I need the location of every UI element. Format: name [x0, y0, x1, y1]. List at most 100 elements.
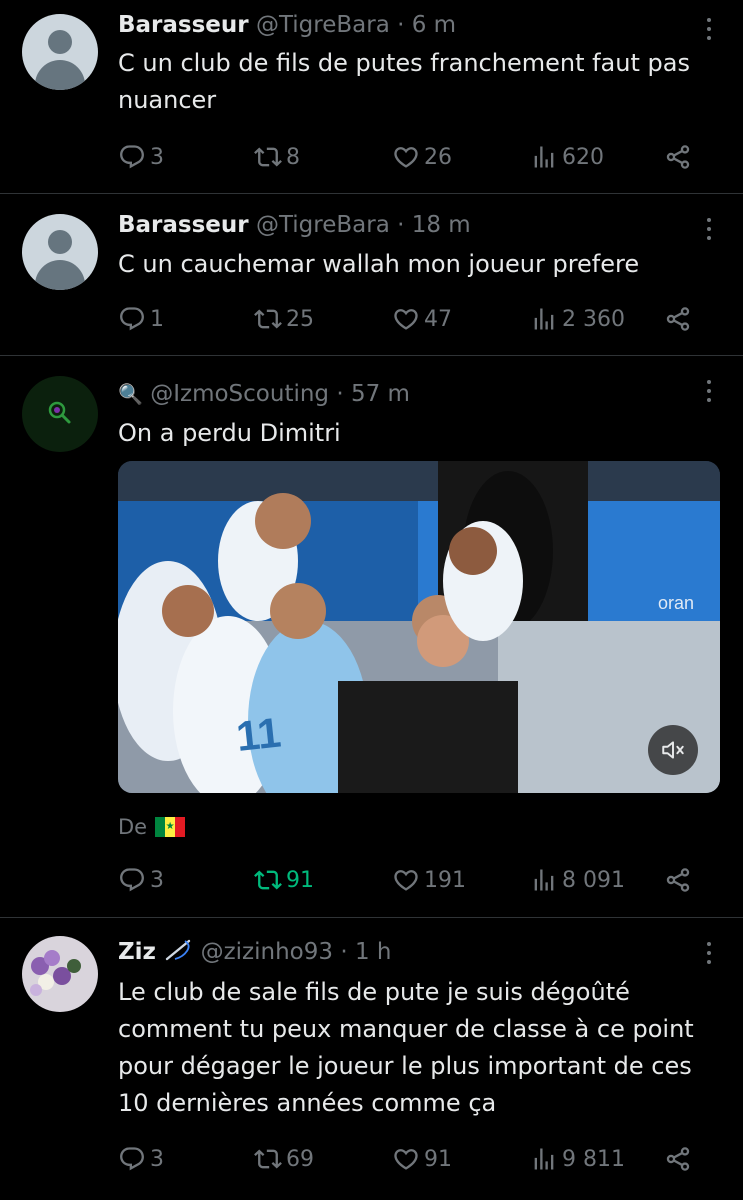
view-count: 8 091: [562, 867, 625, 893]
retweet-count: 91: [286, 867, 314, 893]
display-name[interactable]: Barasseur: [118, 212, 249, 238]
heart-icon: [392, 143, 420, 171]
retweet-icon: [254, 1145, 282, 1173]
retweet-count: 69: [286, 1146, 314, 1172]
needle-icon: [166, 939, 191, 961]
retweet-count: 8: [286, 144, 300, 170]
reply-count: 3: [150, 867, 164, 893]
more-options-icon[interactable]: [697, 218, 721, 244]
retweet-icon: [254, 143, 282, 171]
bar-chart-icon: [530, 866, 558, 894]
share-icon: [664, 866, 692, 894]
timestamp[interactable]: 57 m: [351, 381, 410, 407]
like-button[interactable]: 26: [392, 140, 452, 174]
tweet-header: Barasseur @TigreBara · 18 m: [118, 209, 471, 241]
reply-count: 3: [150, 144, 164, 170]
separator-dot: ·: [397, 12, 405, 38]
reply-count: 1: [150, 306, 164, 332]
like-button[interactable]: 191: [392, 863, 466, 897]
retweet-count: 25: [286, 306, 314, 332]
avatar[interactable]: [22, 376, 98, 452]
reply-icon: [118, 866, 146, 894]
bar-chart-icon: [530, 305, 558, 333]
display-name[interactable]: Barasseur: [118, 12, 249, 38]
more-options-icon[interactable]: [697, 380, 721, 406]
timestamp[interactable]: 18 m: [412, 212, 471, 238]
share-button[interactable]: [664, 1142, 696, 1176]
like-count: 91: [424, 1146, 452, 1172]
heart-icon: [392, 1145, 420, 1173]
flowers-avatar-icon: [30, 950, 81, 996]
sponsor-text: oran: [658, 593, 694, 613]
reply-button[interactable]: 3: [118, 1142, 164, 1176]
tweet-header: Barasseur @TigreBara · 6 m: [118, 9, 456, 41]
timestamp[interactable]: 6 m: [412, 12, 456, 38]
speaker-muted-icon: [662, 741, 684, 759]
tweet-header: Ziz @zizinho93 · 1 h: [118, 936, 391, 968]
user-handle[interactable]: @TigreBara: [256, 12, 390, 38]
user-handle[interactable]: @TigreBara: [256, 212, 390, 238]
retweet-button[interactable]: 25: [254, 302, 314, 336]
views-button[interactable]: 2 360: [530, 302, 625, 336]
tweet-header: 🔍 @IzmoScouting · 57 m: [118, 378, 410, 410]
mute-toggle[interactable]: [648, 725, 698, 775]
retweet-button[interactable]: 8: [254, 140, 300, 174]
tweet-text: C un cauchemar wallah mon joueur prefere: [118, 250, 640, 278]
reply-button[interactable]: 3: [118, 863, 164, 897]
like-count: 26: [424, 144, 452, 170]
user-handle[interactable]: @IzmoScouting: [150, 381, 329, 407]
action-bar: 1 25 47 2 360: [118, 302, 708, 336]
more-options-icon[interactable]: [697, 18, 721, 44]
tweet[interactable]: Barasseur @TigreBara · 18 m C un cauchem…: [0, 194, 743, 356]
video-player[interactable]: oran 11: [118, 461, 720, 793]
share-button[interactable]: [664, 302, 696, 336]
share-button[interactable]: [664, 863, 696, 897]
share-button[interactable]: [664, 140, 696, 174]
view-count: 2 360: [562, 306, 625, 332]
retweet-icon: [254, 866, 282, 894]
bar-chart-icon: [530, 143, 558, 171]
svg-text:11: 11: [234, 709, 283, 760]
share-icon: [664, 305, 692, 333]
separator-dot: ·: [336, 381, 344, 407]
display-name[interactable]: Ziz: [118, 939, 156, 965]
views-button[interactable]: 620: [530, 140, 604, 174]
views-button[interactable]: 9 811: [530, 1142, 625, 1176]
magnifier-icon: 🔍: [118, 382, 143, 406]
like-count: 47: [424, 306, 452, 332]
view-count: 9 811: [562, 1146, 625, 1172]
like-button[interactable]: 91: [392, 1142, 452, 1176]
reply-icon: [118, 1145, 146, 1173]
retweet-icon: [254, 305, 282, 333]
separator-dot: ·: [397, 212, 405, 238]
tweet[interactable]: 🔍 @IzmoScouting · 57 m On a perdu Dimitr…: [0, 356, 743, 918]
action-bar: 3 8 26 620: [118, 140, 708, 174]
timestamp[interactable]: 1 h: [355, 939, 392, 965]
retweet-button[interactable]: 69: [254, 1142, 314, 1176]
avatar[interactable]: [22, 214, 98, 290]
share-icon: [664, 1145, 692, 1173]
tweet[interactable]: Ziz @zizinho93 · 1 h Le club de sale fil…: [0, 918, 743, 1200]
reply-icon: [118, 305, 146, 333]
avatar[interactable]: [22, 14, 98, 90]
caption: De ★: [118, 812, 186, 842]
tweet[interactable]: Barasseur @TigreBara · 6 m C un club de …: [0, 0, 743, 194]
tweet-text: On a perdu Dimitri: [118, 419, 341, 447]
reply-button[interactable]: 1: [118, 302, 164, 336]
action-bar: 3 91 191 8 091: [118, 863, 708, 897]
senegal-flag-icon: ★: [155, 817, 186, 837]
reply-icon: [118, 143, 146, 171]
avatar[interactable]: [22, 936, 98, 1012]
tweet-text: Le club de sale fils de pute je suis dég…: [118, 978, 694, 1117]
views-button[interactable]: 8 091: [530, 863, 625, 897]
retweet-button[interactable]: 91: [254, 863, 314, 897]
tweet-text: C un club de fils de putes franchement f…: [118, 49, 690, 114]
reply-count: 3: [150, 1146, 164, 1172]
heart-icon: [392, 866, 420, 894]
share-icon: [664, 143, 692, 171]
like-button[interactable]: 47: [392, 302, 452, 336]
more-options-icon[interactable]: [697, 942, 721, 968]
reply-button[interactable]: 3: [118, 140, 164, 174]
user-handle[interactable]: @zizinho93: [201, 939, 333, 965]
heart-icon: [392, 305, 420, 333]
